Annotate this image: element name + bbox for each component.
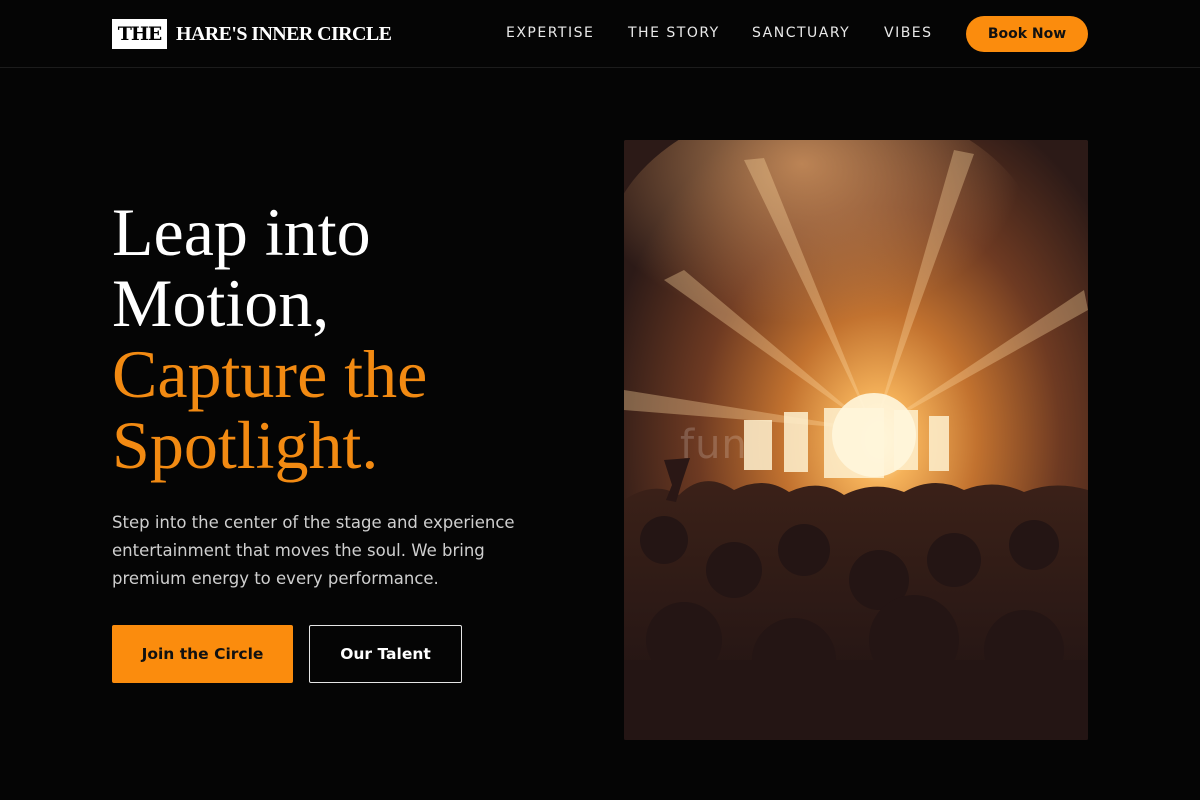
- nav-item-vibes[interactable]: VIBES: [884, 25, 933, 41]
- nav-item-expertise[interactable]: EXPERTISE: [506, 25, 594, 41]
- our-talent-button[interactable]: Our Talent: [309, 625, 462, 683]
- headline-line-1: Leap into: [112, 194, 371, 270]
- brand-logo[interactable]: THE HARE'S INNER CIRCLE: [112, 19, 392, 49]
- hero-headline: Leap into Motion, Capture the Spotlight.: [112, 197, 572, 481]
- concert-photo: fun: [624, 140, 1088, 740]
- hero-description: Step into the center of the stage and ex…: [112, 513, 515, 588]
- brand-name: HARE'S INNER CIRCLE: [176, 22, 392, 45]
- book-now-button[interactable]: Book Now: [966, 16, 1088, 52]
- headline-line-2: Motion,: [112, 265, 330, 341]
- headline-line-3: Capture the: [112, 336, 428, 412]
- site-header: THE HARE'S INNER CIRCLE EXPERTISE THE ST…: [0, 0, 1200, 68]
- headline-line-4: Spotlight.: [112, 407, 379, 483]
- nav-item-sanctuary[interactable]: SANCTUARY: [752, 25, 850, 41]
- logo-badge: THE: [112, 19, 167, 49]
- join-the-circle-button[interactable]: Join the Circle: [112, 625, 293, 683]
- image-watermark: fun: [680, 422, 748, 468]
- nav-item-the-story[interactable]: THE STORY: [628, 25, 720, 41]
